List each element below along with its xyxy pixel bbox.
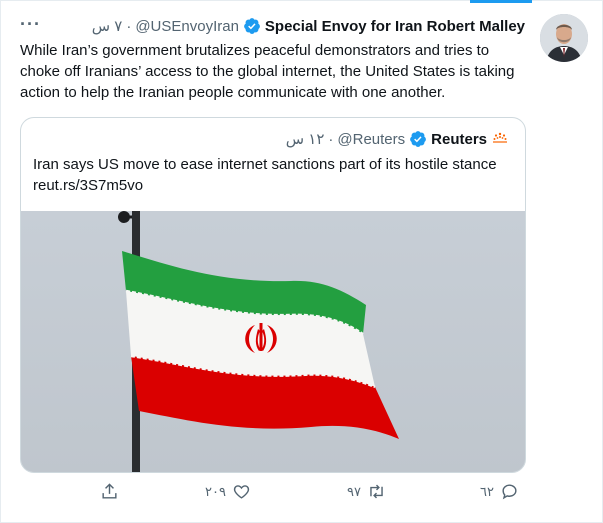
author-avatar[interactable]	[540, 14, 588, 62]
quote-time: ١٢ س	[285, 131, 325, 148]
retweet-button[interactable]: ٩٧	[347, 482, 386, 501]
share-button[interactable]	[100, 482, 119, 501]
quote-image-iran-flag[interactable]	[21, 211, 525, 472]
tweet-text: While Iran’s government brutalizes peace…	[20, 42, 515, 101]
avatar-portrait	[540, 14, 588, 62]
quote-text: Iran says US move to ease internet sanct…	[33, 154, 513, 196]
separator: ·	[126, 17, 132, 35]
retweet-icon	[370, 484, 383, 499]
reply-icon	[502, 484, 517, 500]
author-name[interactable]: Special Envoy for Iran Robert Malley	[265, 18, 525, 35]
verified-badge-icon	[244, 18, 260, 34]
quote-handle: @Reuters	[337, 130, 406, 148]
like-count: ٢٠٩	[205, 483, 226, 499]
like-button[interactable]: ٢٠٩	[205, 482, 251, 501]
reply-count: ٦٢	[480, 483, 494, 499]
author-handle[interactable]: @USEnvoyIran	[135, 18, 239, 35]
more-icon[interactable]: ···	[20, 14, 41, 35]
top-accent-bar	[470, 0, 532, 3]
reuters-logo-icon	[491, 130, 509, 148]
quoted-tweet[interactable]: ١٢ س · @Reuters Reuters Iran says US mov…	[20, 117, 526, 473]
verified-badge-icon	[410, 131, 427, 147]
quote-link[interactable]: reut.rs/3S7m5vo	[33, 175, 513, 196]
tweet-header: ٧ س · @USEnvoyIran Special Envoy for Ira…	[92, 17, 525, 36]
tweet-time[interactable]: ٧ س	[92, 17, 123, 35]
quote-header: ١٢ س · @Reuters Reuters	[286, 130, 509, 148]
heart-icon	[233, 485, 250, 499]
tweet-actions: ٢٠٩ ٩٧ ٦٢	[0, 482, 603, 512]
quote-headline: Iran says US move to ease internet sanct…	[33, 156, 497, 173]
retweet-count: ٩٧	[347, 483, 361, 499]
quote-separator: ·	[328, 130, 334, 148]
quote-author-name: Reuters	[431, 130, 487, 148]
reply-button[interactable]: ٦٢	[480, 482, 519, 501]
share-icon	[102, 483, 117, 499]
